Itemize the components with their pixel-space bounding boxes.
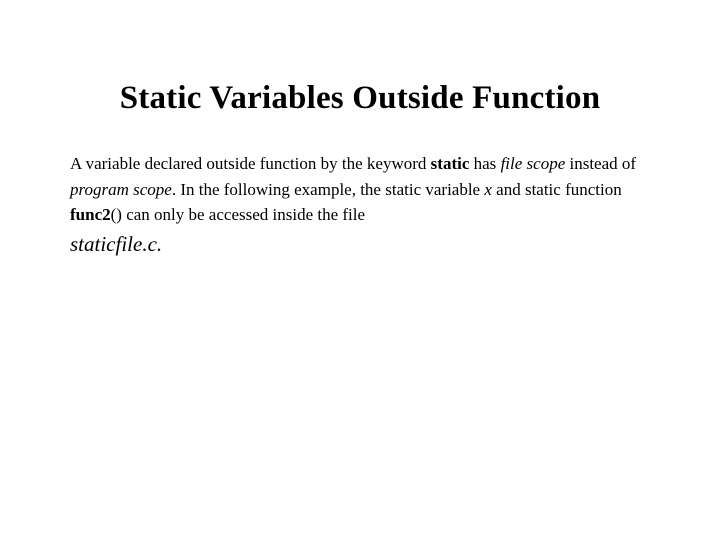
text-segment: () can only be accessed inside the file (111, 205, 365, 224)
term-file-scope: file scope (501, 154, 566, 173)
text-segment: instead of (565, 154, 636, 173)
text-segment: . In the following example, the static v… (172, 180, 485, 199)
slide-title: Static Variables Outside Function (70, 80, 650, 117)
term-program-scope: program scope (70, 180, 172, 199)
slide: Static Variables Outside Function A vari… (0, 0, 720, 257)
body-paragraph: A variable declared outside function by … (70, 151, 650, 228)
keyword-static: static (431, 154, 470, 173)
text-segment: and static function (492, 180, 622, 199)
filename: staticfile.c. (70, 232, 650, 257)
text-segment: A variable declared outside function by … (70, 154, 431, 173)
text-segment: has (469, 154, 500, 173)
variable-x: x (484, 180, 492, 199)
function-func2: func2 (70, 205, 111, 224)
